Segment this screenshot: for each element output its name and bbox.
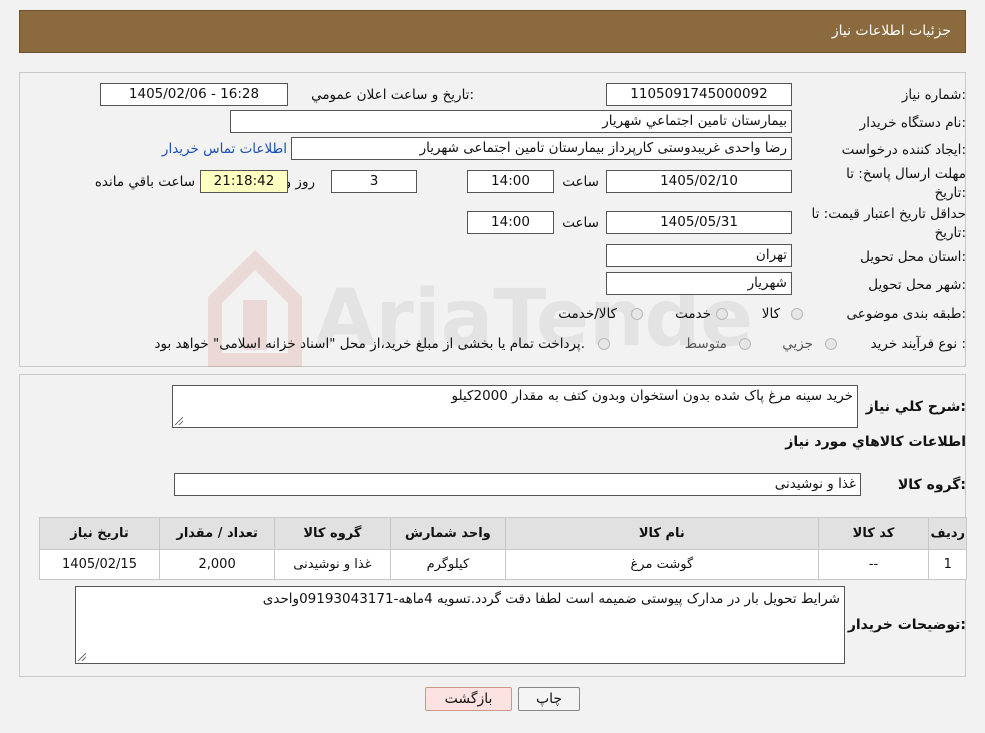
cell-group: غذا و نوشيدنی [274,549,391,580]
description-textarea[interactable]: خريد سينه مرغ پاک شده بدون استخوان وبدون… [172,385,858,428]
city-field: شهريار [606,272,792,295]
announce-datetime-label: تاريخ و ساعت اعلان عمومي: [311,87,474,103]
process-note: پرداخت تمام يا بخشی از مبلغ خريد،از محل … [154,336,585,352]
process-type-label: نوع فرآيند خريد : [870,336,966,352]
price-validity-date-field: 1405/05/31 [606,211,792,234]
price-validity-label-date: تاريخ: [934,225,966,241]
deadline-time-field: 14:00 [467,170,554,193]
goods-section-title: اطلاعات کالاهاي مورد نياز [785,434,966,450]
creator-label: ايجاد کننده درخواست: [841,142,966,158]
resize-handle-icon[interactable] [175,417,183,425]
need-number-label: شماره نیاز: [901,87,966,103]
goods-group-label: گروه کالا: [897,477,966,493]
category-radio-goods[interactable] [791,308,803,320]
table-header-row: رديف کد کالا نام کالا واحد شمارش گروه کا… [38,517,967,550]
col-header-unit: واحد شمارش [389,517,507,550]
days-label: روز و [284,174,315,190]
category-radio-service[interactable] [716,308,728,320]
print-button[interactable]: چاپ [518,687,580,711]
city-label: شهر محل تحويل: [868,277,966,293]
process-note-checkbox[interactable] [598,338,610,350]
description-text: خريد سينه مرغ پاک شده بدون استخوان وبدون… [451,388,853,404]
process-option-medium: متوسط [684,336,727,352]
province-label: استان محل تحويل: [860,249,966,265]
buyer-org-label: نام دستگاه خريدار: [859,115,966,131]
buyer-org-field: بيمارستان تامين اجتماعي شهريار [230,110,792,133]
col-header-quantity: تعداد / مقدار [159,517,276,550]
cell-need-date: 1405/02/15 [38,549,161,580]
process-radio-minor[interactable] [825,338,837,350]
remaining-time-label: ساعت باقي مانده [94,174,195,190]
resize-handle-icon[interactable] [78,653,86,661]
cell-quantity: 2,000 [159,549,276,580]
process-radio-medium[interactable] [739,338,751,350]
deadline-label: مهلت ارسال پاسخ: تا [846,166,966,182]
back-button[interactable]: بازگشت [425,687,512,711]
description-label: شرح کلي نياز: [865,399,966,415]
category-label: طبقه بندی موضوعی: [846,306,966,322]
buyer-notes-text: شرايط تحويل بار در مدارک پيوستی ضميمه اس… [262,591,840,607]
col-header-need-date: تاريخ نياز [38,517,161,550]
col-header-row-no: رديف [928,517,967,550]
cell-name: گوشت مرغ [505,549,819,580]
cell-code: -- [817,549,930,580]
page-title: جزئیات اطلاعات نیاز [831,23,951,39]
deadline-label-date: تاريخ: [934,185,966,201]
price-validity-time-label: ساعت [562,215,599,231]
price-validity-time-field: 14:00 [467,211,554,234]
deadline-time-label: ساعت [562,174,599,190]
category-option-service: خدمت [675,306,711,322]
goods-table: رديف کد کالا نام کالا واحد شمارش گروه کا… [38,517,967,580]
goods-group-field: غذا و نوشيدنی [174,473,861,496]
creator-field: رضا واحدی غریبدوستی کارپرداز بیمارستان ت… [291,137,792,160]
need-number-field: 1105091745000092 [606,83,792,106]
buyer-notes-textarea[interactable]: شرايط تحويل بار در مدارک پيوستی ضميمه اس… [75,586,845,664]
days-remaining-field: 3 [331,170,417,193]
price-validity-label: حداقل تاريخ اعتبار قيمت: تا [811,206,966,222]
deadline-date-field: 1405/02/10 [606,170,792,193]
category-option-goods: کالا [761,306,780,322]
remaining-time-field: 21:18:42 [200,170,288,193]
table-row: 1 -- گوشت مرغ کيلوگرم غذا و نوشيدنی 2,00… [38,549,967,580]
announce-datetime-field: 1405/02/06 - 16:28 [100,83,288,106]
category-option-goods-service: کالا/خدمت [558,306,617,322]
buyer-notes-label: توضيحات خريدار: [847,617,966,633]
cell-row-no: 1 [928,549,967,580]
buyer-contact-link[interactable]: اطلاعات تماس خريدار [162,141,287,157]
col-header-group: گروه کالا [274,517,391,550]
cell-unit: کيلوگرم [389,549,507,580]
process-option-minor: جزيي [782,336,813,352]
page-header: جزئیات اطلاعات نیاز [19,10,966,53]
col-header-name: نام کالا [505,517,819,550]
province-field: تهران [606,244,792,267]
col-header-code: کد کالا [817,517,930,550]
category-radio-goods-service[interactable] [631,308,643,320]
